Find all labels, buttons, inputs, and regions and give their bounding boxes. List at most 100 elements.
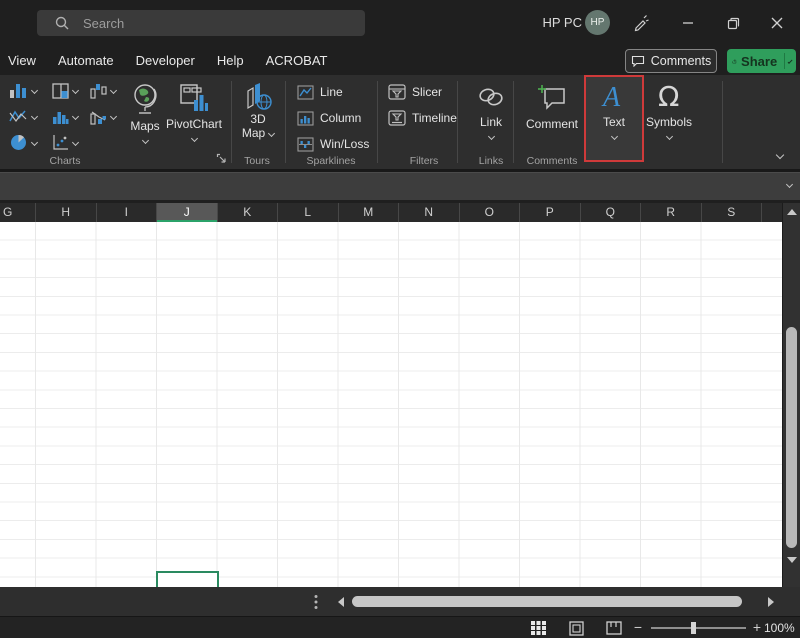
- zoom-slider-track[interactable]: [651, 627, 746, 629]
- column-header-r[interactable]: R: [641, 203, 702, 222]
- maps-button[interactable]: Maps: [126, 83, 164, 143]
- comments-button[interactable]: Comments: [625, 49, 717, 73]
- pivotchart-label: PivotChart: [166, 117, 222, 131]
- group-divider: [457, 81, 458, 163]
- slicer-button[interactable]: Slicer: [388, 82, 442, 102]
- column-header-q[interactable]: Q: [581, 203, 642, 222]
- pie-chart-chevron-icon[interactable]: [31, 139, 38, 146]
- maps-chevron-icon: [141, 137, 148, 144]
- search-input[interactable]: Search: [37, 10, 365, 36]
- text-button[interactable]: A Text: [595, 81, 633, 139]
- timeline-button[interactable]: Timeline: [388, 108, 457, 128]
- charts-dialog-launcher-icon[interactable]: [216, 153, 227, 164]
- symbols-chevron-icon: [665, 133, 672, 140]
- page-layout-view-button[interactable]: [565, 619, 587, 637]
- treemap-chart-button[interactable]: [50, 81, 70, 100]
- scatter-chart-button[interactable]: [50, 133, 70, 152]
- sparkline-winloss-button[interactable]: Win/Loss: [297, 134, 369, 154]
- column-header-n[interactable]: N: [399, 203, 460, 222]
- column-header-g[interactable]: G: [0, 203, 36, 222]
- collapse-ribbon-chevron-icon[interactable]: [770, 147, 790, 163]
- comment-label: Comment: [526, 117, 578, 131]
- sparkline-column-button[interactable]: Column: [297, 108, 361, 128]
- zoom-level[interactable]: 100%: [764, 621, 795, 635]
- share-chevron-down-icon[interactable]: [787, 58, 792, 63]
- column-header-o[interactable]: O: [460, 203, 521, 222]
- tab-acrobat[interactable]: ACROBAT: [266, 53, 328, 68]
- scrollbar-resize-handle[interactable]: [313, 594, 319, 610]
- tab-help[interactable]: Help: [217, 53, 244, 68]
- scroll-left-arrow-icon[interactable]: [336, 596, 346, 608]
- vertical-scrollbar[interactable]: [782, 203, 800, 587]
- tab-automate[interactable]: Automate: [58, 53, 114, 68]
- formula-bar-expand-chevron-icon[interactable]: [786, 181, 793, 188]
- pie-chart-button[interactable]: [8, 133, 28, 152]
- page-layout-icon: [569, 621, 584, 636]
- user-name[interactable]: HP PC: [543, 15, 583, 30]
- sparkline-winloss-icon: [297, 137, 314, 152]
- close-button[interactable]: [766, 12, 788, 34]
- combo-chart-chevron-icon[interactable]: [110, 113, 117, 120]
- scroll-up-arrow-icon[interactable]: [786, 207, 798, 217]
- column-header-h[interactable]: H: [36, 203, 97, 222]
- column-chart-chevron-icon[interactable]: [31, 87, 38, 94]
- share-icon: [732, 55, 737, 68]
- column-header-k[interactable]: K: [218, 203, 279, 222]
- line-chart-chevron-icon[interactable]: [31, 113, 38, 120]
- scroll-down-arrow-icon[interactable]: [786, 555, 798, 565]
- avatar[interactable]: HP: [585, 10, 610, 35]
- 3d-map-button[interactable]: 3D Map: [238, 81, 278, 140]
- symbols-label: Symbols: [646, 115, 692, 129]
- zoom-slider-thumb[interactable]: [691, 622, 696, 634]
- omega-icon: Ω: [653, 79, 685, 111]
- vertical-scrollbar-thumb[interactable]: [786, 327, 797, 548]
- column-header-j-selected[interactable]: J: [157, 203, 218, 222]
- normal-view-grid-icon: [531, 621, 546, 635]
- 3d-map-icon: [243, 81, 273, 111]
- share-button[interactable]: Share: [727, 49, 796, 73]
- links-group-label: Links: [466, 155, 516, 167]
- combo-chart-button[interactable]: [88, 107, 108, 126]
- waterfall-chart-button[interactable]: [88, 81, 108, 100]
- column-header-p[interactable]: P: [520, 203, 581, 222]
- zoom-in-button[interactable]: +: [749, 617, 765, 638]
- treemap-chart-chevron-icon[interactable]: [72, 87, 79, 94]
- tab-developer[interactable]: Developer: [136, 53, 195, 68]
- sparkline-line-button[interactable]: Line: [297, 82, 343, 102]
- status-bar: − + 100%: [0, 616, 800, 638]
- waterfall-chart-chevron-icon[interactable]: [110, 87, 117, 94]
- comment-bubble-icon: [631, 55, 645, 67]
- symbols-button[interactable]: Ω Symbols: [644, 79, 694, 139]
- scatter-chart-chevron-icon[interactable]: [72, 139, 79, 146]
- selected-cell: [156, 571, 219, 588]
- column-header-partial[interactable]: [762, 203, 782, 222]
- column-header-s[interactable]: S: [702, 203, 763, 222]
- pen-editing-icon[interactable]: [630, 12, 652, 34]
- minimize-button[interactable]: [677, 12, 699, 34]
- column-header-i[interactable]: I: [97, 203, 158, 222]
- pivotchart-button[interactable]: PivotChart: [163, 83, 225, 141]
- column-header-m[interactable]: M: [339, 203, 400, 222]
- page-break-preview-button[interactable]: [603, 619, 625, 637]
- tab-view[interactable]: View: [8, 53, 36, 68]
- formula-bar[interactable]: [0, 172, 800, 200]
- line-chart-button[interactable]: [8, 107, 28, 126]
- text-chevron-icon: [610, 133, 617, 140]
- sparkline-line-label: Line: [320, 85, 343, 99]
- zoom-out-button[interactable]: −: [630, 617, 646, 638]
- horizontal-scrollbar-thumb[interactable]: [352, 596, 742, 607]
- histogram-chart-button[interactable]: [50, 107, 70, 126]
- page-break-preview-icon: [606, 621, 622, 635]
- normal-view-button[interactable]: [527, 619, 549, 637]
- spreadsheet-grid[interactable]: [0, 222, 782, 587]
- histogram-chart-chevron-icon[interactable]: [72, 113, 79, 120]
- restore-button[interactable]: [722, 12, 744, 34]
- column-header-l[interactable]: L: [278, 203, 339, 222]
- search-placeholder: Search: [83, 16, 124, 31]
- pivotchart-chevron-icon: [190, 135, 197, 142]
- scroll-right-arrow-icon[interactable]: [766, 596, 776, 608]
- comment-button[interactable]: Comment: [524, 83, 580, 131]
- link-button[interactable]: Link: [471, 83, 511, 139]
- text-label: Text: [603, 115, 625, 129]
- column-chart-button[interactable]: [8, 81, 28, 100]
